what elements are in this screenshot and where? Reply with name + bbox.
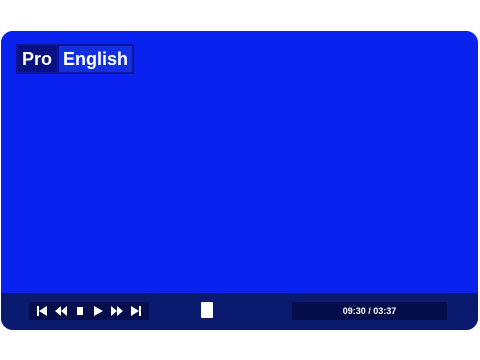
control-bar: 09:30 / 03:37 bbox=[1, 293, 478, 330]
play-button[interactable] bbox=[90, 304, 106, 318]
rewind-button[interactable] bbox=[53, 304, 69, 318]
seek-bar[interactable] bbox=[151, 302, 283, 318]
brand-logo: Pro English bbox=[16, 44, 135, 74]
time-display: 09:30 / 03:37 bbox=[292, 302, 447, 320]
skip-forward-button[interactable] bbox=[128, 304, 144, 318]
transport-controls bbox=[29, 302, 149, 320]
logo-pro-text: Pro bbox=[18, 46, 57, 72]
video-player: Pro English 09:30 / 03:37 bbox=[1, 31, 478, 330]
play-icon bbox=[92, 305, 104, 317]
video-screen[interactable]: Pro English bbox=[1, 31, 478, 293]
skip-back-icon bbox=[36, 305, 48, 317]
seek-handle[interactable] bbox=[201, 302, 213, 318]
stop-icon bbox=[75, 305, 85, 317]
skip-back-button[interactable] bbox=[34, 304, 50, 318]
rewind-icon bbox=[54, 305, 68, 317]
stop-button[interactable] bbox=[72, 304, 88, 318]
fast-forward-button[interactable] bbox=[109, 304, 125, 318]
fast-forward-icon bbox=[110, 305, 124, 317]
logo-english-text: English bbox=[59, 46, 133, 72]
skip-forward-icon bbox=[130, 305, 142, 317]
